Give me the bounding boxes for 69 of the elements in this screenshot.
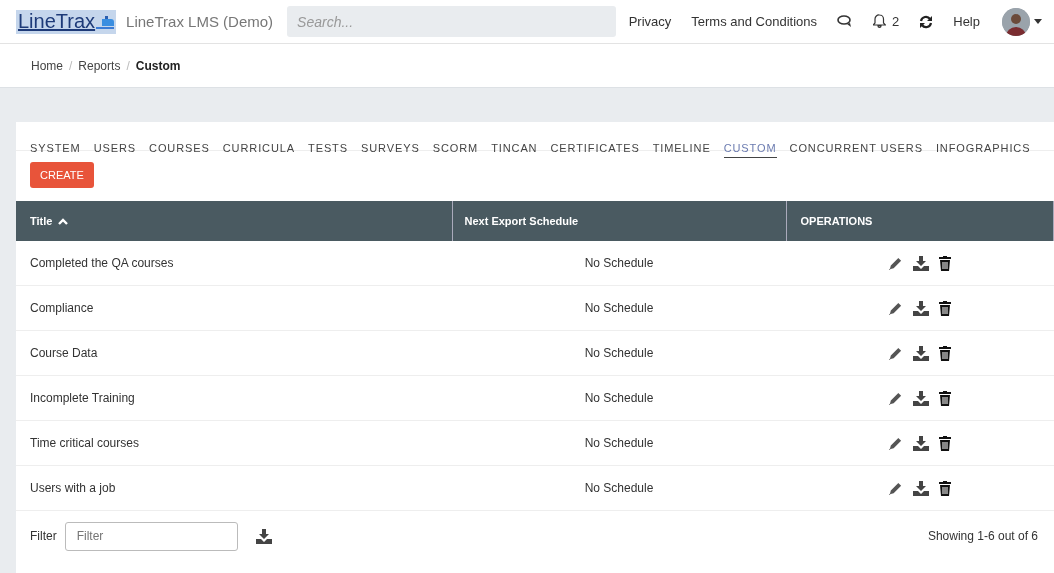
breadcrumb-link[interactable]: Reports bbox=[78, 58, 121, 73]
table-cell: No Schedule bbox=[452, 330, 786, 376]
table-cell: Compliance bbox=[16, 285, 452, 331]
tab[interactable]: CURRICULA bbox=[222, 142, 296, 158]
caret-icon[interactable] bbox=[1034, 19, 1042, 24]
sort-up-icon[interactable] bbox=[58, 217, 69, 225]
trash-icon[interactable] bbox=[939, 345, 952, 361]
tab[interactable]: CERTIFICATES bbox=[550, 142, 640, 158]
trash-icon[interactable] bbox=[939, 390, 952, 406]
avatar[interactable] bbox=[1002, 7, 1030, 36]
search-field[interactable]: Search... bbox=[287, 6, 617, 37]
tab[interactable]: CONCURRENT USERS bbox=[789, 142, 923, 158]
column-header[interactable]: Next Export Schedule bbox=[452, 201, 786, 241]
header-link[interactable]: Terms and Conditions bbox=[691, 14, 817, 29]
pencil-icon[interactable] bbox=[888, 300, 904, 316]
trash-icon[interactable] bbox=[939, 300, 952, 316]
filter-label: Filter bbox=[30, 529, 57, 543]
breadcrumb-link[interactable]: Home bbox=[31, 58, 63, 73]
download-icon[interactable] bbox=[913, 435, 930, 451]
export-icon[interactable] bbox=[255, 528, 272, 544]
notification-count: 2 bbox=[892, 14, 900, 29]
app-name: LineTrax LMS (Demo) bbox=[126, 13, 274, 30]
pencil-icon[interactable] bbox=[888, 435, 904, 451]
download-icon[interactable] bbox=[913, 480, 930, 496]
tab[interactable]: TESTS bbox=[308, 142, 348, 158]
table-cell: Completed the QA courses bbox=[16, 241, 452, 286]
header-link[interactable]: Privacy bbox=[628, 14, 672, 29]
tab[interactable]: COURSES bbox=[149, 142, 210, 158]
download-icon[interactable] bbox=[913, 345, 930, 361]
column-header[interactable]: OPERATIONS bbox=[786, 201, 1054, 241]
pencil-icon[interactable] bbox=[888, 480, 904, 496]
table-cell: No Schedule bbox=[452, 285, 786, 331]
pencil-icon[interactable] bbox=[888, 390, 904, 406]
refresh-icon[interactable] bbox=[919, 14, 934, 29]
bell-icon[interactable] bbox=[873, 14, 886, 29]
table-cell: No Schedule bbox=[452, 375, 786, 421]
pagination-info: Showing 1-6 out of 6 bbox=[927, 529, 1038, 543]
breadcrumb-separator: / bbox=[69, 58, 73, 73]
trash-icon[interactable] bbox=[939, 255, 952, 271]
tab[interactable]: SCORM bbox=[432, 142, 479, 158]
column-header[interactable]: Title bbox=[16, 201, 452, 241]
trash-icon[interactable] bbox=[939, 480, 952, 496]
tab[interactable]: CUSTOM bbox=[723, 142, 777, 158]
tab[interactable]: SURVEYS bbox=[361, 142, 420, 158]
table-cell: Incomplete Training bbox=[16, 375, 452, 421]
tab[interactable]: SYSTEM bbox=[30, 142, 81, 158]
help-link[interactable]: Help bbox=[953, 14, 980, 29]
filter-field[interactable]: Filter bbox=[64, 521, 238, 551]
tab[interactable]: INFOGRAPHICS bbox=[935, 142, 1031, 158]
trash-icon[interactable] bbox=[939, 435, 952, 451]
train-icon bbox=[96, 14, 115, 29]
breadcrumb-separator: / bbox=[126, 58, 130, 73]
pencil-icon[interactable] bbox=[888, 255, 904, 271]
pencil-icon[interactable] bbox=[888, 345, 904, 361]
download-icon[interactable] bbox=[913, 255, 930, 271]
tab[interactable]: TINCAN bbox=[491, 142, 538, 158]
chat-icon[interactable] bbox=[837, 15, 853, 28]
download-icon[interactable] bbox=[913, 300, 930, 316]
table-cell: No Schedule bbox=[452, 241, 786, 286]
table-cell: No Schedule bbox=[452, 420, 786, 466]
table-cell: Users with a job bbox=[16, 465, 452, 511]
create-button[interactable]: CREATE bbox=[30, 162, 94, 188]
tab[interactable]: TIMELINE bbox=[652, 142, 711, 158]
table-cell: No Schedule bbox=[452, 465, 786, 511]
tab[interactable]: USERS bbox=[93, 142, 137, 158]
table-cell: Course Data bbox=[16, 330, 452, 376]
download-icon[interactable] bbox=[913, 390, 930, 406]
breadcrumb-current: Custom bbox=[135, 58, 181, 73]
table-cell: Time critical courses bbox=[16, 420, 452, 466]
